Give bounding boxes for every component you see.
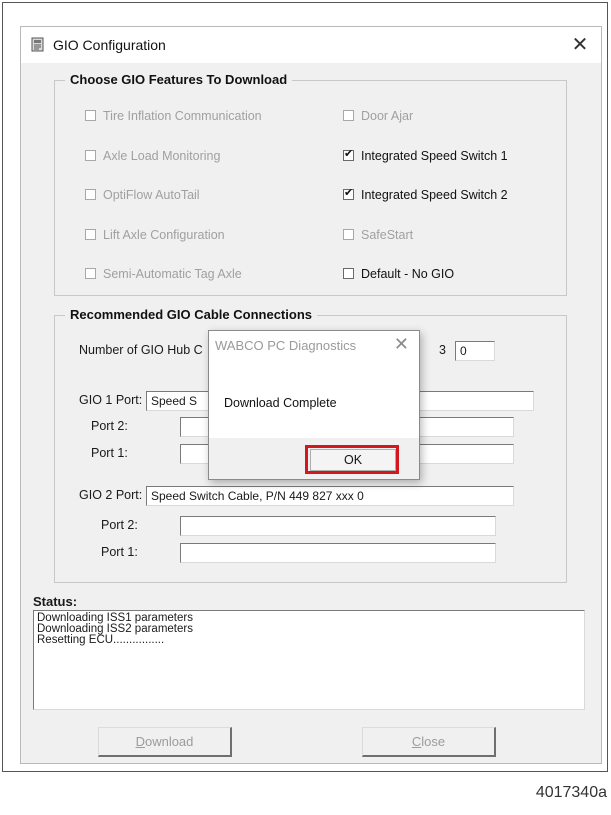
gio2-port1-label: Port 1: — [101, 545, 138, 559]
checkmark-icon: ✔ — [344, 148, 354, 160]
status-line: Resetting ECU................ — [37, 634, 165, 646]
window-title: GIO Configuration — [53, 37, 166, 53]
checkbox-semi-auto-tag[interactable]: Semi-Automatic Tag Axle — [85, 267, 242, 283]
checkbox-axle-load[interactable]: Axle Load Monitoring — [85, 149, 220, 165]
gio1-port1-label: Port 1: — [91, 446, 128, 460]
dialog-title: WABCO PC Diagnostics — [215, 338, 357, 353]
gio-config-app-icon — [31, 37, 44, 52]
checkbox-tire-inflation[interactable]: Tire Inflation Communication — [85, 109, 262, 125]
title-bar: GIO Configuration ✕ — [21, 27, 601, 63]
dialog-close-icon[interactable]: ✕ — [394, 334, 409, 355]
download-button[interactable]: Download — [98, 727, 232, 757]
checkbox-box[interactable] — [85, 150, 96, 161]
checkmark-icon: ✔ — [344, 187, 354, 199]
checkbox-optiflow[interactable]: OptiFlow AutoTail — [85, 188, 200, 204]
figure-id: 4017340a — [535, 784, 607, 801]
hub-count-input[interactable]: 0 — [455, 341, 495, 361]
status-log[interactable]: Downloading ISS1 parameters Downloading … — [33, 610, 585, 710]
download-button-mnemonic: D — [135, 734, 145, 749]
gio1-port2-label: Port 2: — [91, 419, 128, 433]
cable-connections-legend: Recommended GIO Cable Connections — [65, 307, 317, 322]
hub-count-suffix: 3 — [439, 343, 446, 357]
dialog-footer: OK — [209, 438, 419, 479]
close-button-label: lose — [421, 734, 446, 749]
gio2-port-label: GIO 2 Port: — [79, 488, 143, 502]
gio2-port1-field[interactable] — [180, 543, 496, 563]
checkbox-box[interactable] — [343, 268, 354, 279]
checkbox-box[interactable]: ✔ — [343, 187, 354, 200]
gio2-port2-field[interactable] — [180, 516, 496, 536]
dialog-message: Download Complete — [224, 396, 337, 410]
download-complete-dialog: WABCO PC Diagnostics ✕ Download Complete… — [208, 330, 420, 480]
download-button-label: ownload — [144, 734, 194, 749]
checkbox-box[interactable]: ✔ — [343, 148, 354, 161]
ok-button-highlight — [305, 445, 399, 474]
window-close-icon[interactable]: ✕ — [567, 32, 593, 58]
gio-configuration-window: GIO Configuration ✕ Choose GIO Features … — [20, 26, 602, 764]
checkbox-box[interactable] — [85, 189, 96, 200]
checkbox-box[interactable] — [85, 229, 96, 240]
gio2-port-field[interactable]: Speed Switch Cable, P/N 449 827 xxx 0 — [146, 486, 514, 506]
features-group: Choose GIO Features To Download Tire Inf… — [54, 72, 567, 296]
gio2-port2-label: Port 2: — [101, 518, 138, 532]
close-button[interactable]: Close — [362, 727, 496, 757]
status-label: Status: — [33, 594, 78, 609]
close-button-mnemonic: C — [411, 734, 422, 749]
checkbox-door-ajar[interactable]: Door Ajar — [343, 109, 413, 125]
checkbox-box[interactable] — [343, 229, 354, 240]
checkbox-default-no-gio[interactable]: Default - No GIO — [343, 267, 454, 283]
checkbox-speed-switch-1[interactable]: ✔ Integrated Speed Switch 1 — [343, 148, 508, 165]
hub-count-label: Number of GIO Hub C — [79, 343, 203, 357]
checkbox-safestart[interactable]: SafeStart — [343, 228, 413, 244]
checkbox-box[interactable] — [343, 110, 354, 121]
features-legend: Choose GIO Features To Download — [65, 72, 293, 87]
checkbox-speed-switch-2[interactable]: ✔ Integrated Speed Switch 2 — [343, 187, 508, 204]
checkbox-lift-axle[interactable]: Lift Axle Configuration — [85, 228, 225, 244]
checkbox-box[interactable] — [85, 110, 96, 121]
gio1-port-label: GIO 1 Port: — [79, 393, 143, 407]
checkbox-box[interactable] — [85, 268, 96, 279]
